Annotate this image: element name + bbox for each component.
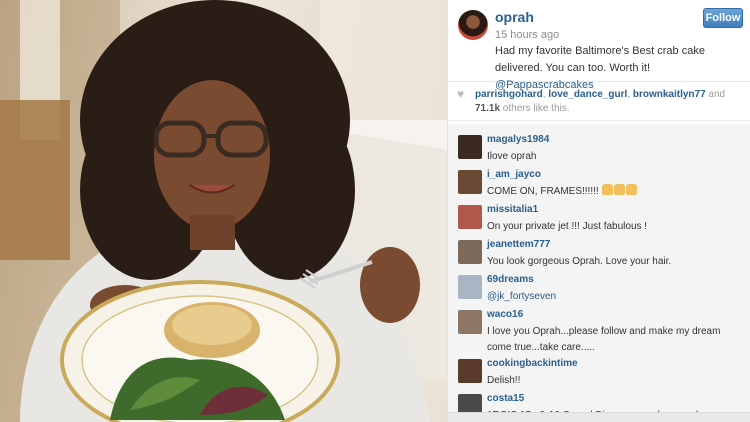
post-sidebar: oprah 15 hours ago Had my favorite Balti…: [447, 0, 750, 422]
commenter-username[interactable]: i_am_jayco: [487, 169, 541, 180]
caption-text: Had my favorite Baltimore's Best crab ca…: [495, 45, 705, 74]
likes-and: and: [705, 89, 726, 100]
liker-link[interactable]: brownkaitlyn77: [633, 89, 706, 100]
comment-item: waco16 I love you Oprah...please follow …: [448, 304, 750, 354]
comment-input-bar[interactable]: [448, 412, 750, 422]
owner-username[interactable]: oprah: [495, 9, 534, 25]
post-header: oprah 15 hours ago Had my favorite Balti…: [448, 0, 750, 91]
comment-text: You look gorgeous Oprah. Love your hair.: [487, 256, 672, 267]
comment-text: Delish!!: [487, 375, 521, 386]
commenter-avatar[interactable]: [458, 135, 482, 159]
thumbs-up-icon: [602, 184, 614, 195]
comment-item: 69dreams @jk_fortyseven: [448, 269, 750, 306]
photo-illustration: [0, 0, 447, 422]
likes-text: parrishgohard, love_dance_gurl, brownkai…: [475, 88, 745, 116]
comment-text: Ilove oprah: [487, 151, 537, 162]
commenter-username[interactable]: missitalia1: [487, 204, 538, 215]
commenter-avatar[interactable]: [458, 310, 482, 334]
comment-mention-link[interactable]: @jk_fortyseven: [487, 289, 743, 305]
post-timestamp: 15 hours ago: [495, 29, 560, 41]
owner-avatar[interactable]: [458, 10, 488, 40]
comment-item: cookingbackintime Delish!!: [448, 353, 750, 390]
commenter-username[interactable]: 69dreams: [487, 274, 534, 285]
thumbs-up-icon: [626, 184, 638, 195]
comment-text: COME ON, FRAMES!!!!!!: [487, 184, 743, 200]
comment-text: On your private jet !!! Just fabulous !: [487, 221, 648, 232]
likes-section: ♥ parrishgohard, love_dance_gurl, brownk…: [448, 83, 750, 121]
commenter-username[interactable]: magalys1984: [487, 134, 549, 145]
liker-link[interactable]: parrishgohard: [475, 89, 543, 100]
follow-button[interactable]: Follow: [703, 8, 743, 28]
commenter-avatar[interactable]: [458, 205, 482, 229]
comments-list[interactable]: magalys1984 Ilove oprah i_am_jayco COME …: [448, 124, 750, 422]
commenter-username[interactable]: cookingbackintime: [487, 358, 578, 369]
comment-text: I love you Oprah...please follow and mak…: [487, 326, 721, 353]
comment-text-body: COME ON, FRAMES!!!!!!: [487, 186, 599, 197]
commenter-avatar[interactable]: [458, 170, 482, 194]
likes-suffix: others like this.: [500, 103, 570, 114]
comment-item: jeanettem777 You look gorgeous Oprah. Lo…: [448, 234, 750, 271]
thumbs-up-icon: [614, 184, 626, 195]
commenter-avatar[interactable]: [458, 275, 482, 299]
commenter-username[interactable]: waco16: [487, 309, 523, 320]
commenter-avatar[interactable]: [458, 240, 482, 264]
post-photo[interactable]: [0, 0, 447, 422]
comment-item: i_am_jayco COME ON, FRAMES!!!!!!: [448, 164, 750, 201]
liker-link[interactable]: love_dance_gurl: [548, 89, 627, 100]
comment-item: magalys1984 Ilove oprah: [448, 129, 750, 166]
comment-item: missitalia1 On your private jet !!! Just…: [448, 199, 750, 236]
commenter-username[interactable]: jeanettem777: [487, 239, 550, 250]
heart-icon[interactable]: ♥: [457, 88, 469, 100]
commenter-username[interactable]: costa15: [487, 393, 524, 404]
commenter-avatar[interactable]: [458, 359, 482, 383]
likes-count[interactable]: 71.1k: [475, 103, 500, 114]
